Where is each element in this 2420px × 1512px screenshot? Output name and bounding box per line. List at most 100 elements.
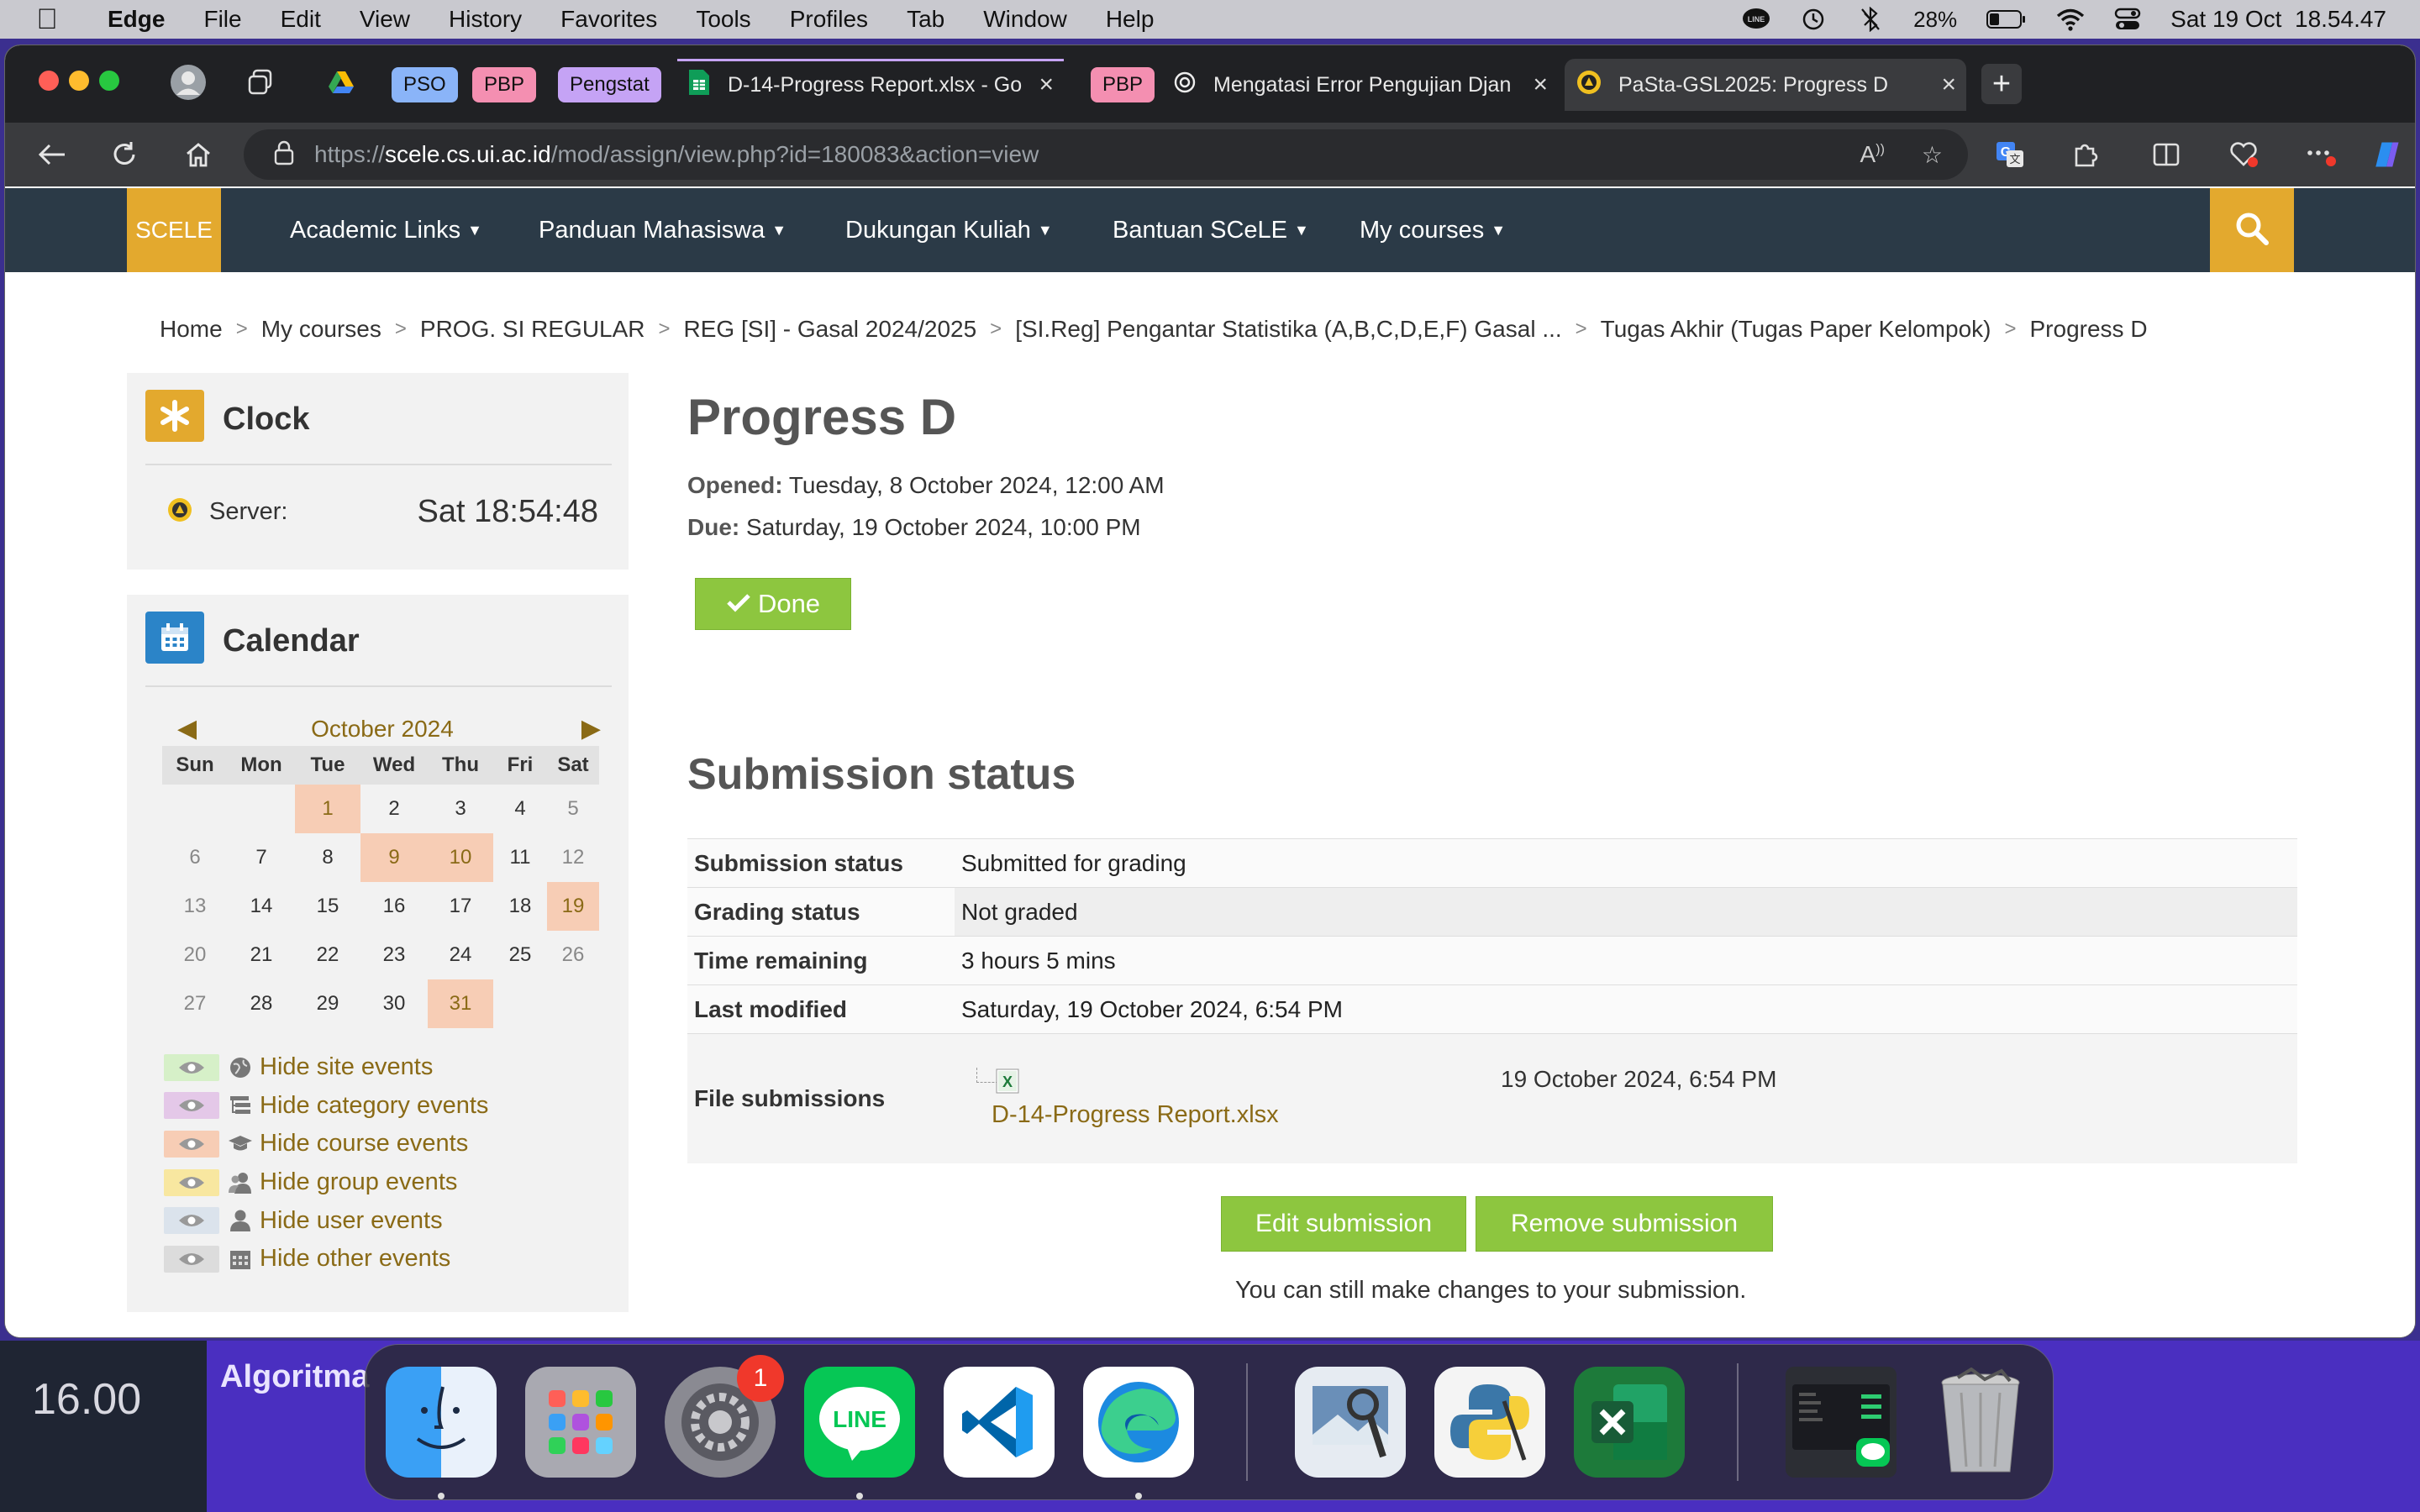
close-tab-icon[interactable]: × [1039, 71, 1054, 99]
calendar-month-label[interactable]: October 2024 [164, 716, 601, 743]
wifi-icon[interactable] [2056, 5, 2085, 34]
menu-tools[interactable]: Tools [696, 6, 750, 33]
calendar-day-event[interactable]: 1 [295, 785, 360, 833]
control-center-icon[interactable] [2113, 5, 2142, 34]
tab-mengatasi-error[interactable]: Mengatasi Error Pengujian Djan × [1165, 59, 1558, 111]
tab-group-pbp-2[interactable]: PBP [1091, 67, 1155, 102]
legend-label[interactable]: Hide other events [260, 1245, 450, 1273]
split-screen-icon[interactable] [2149, 138, 2183, 171]
translate-icon[interactable]: G文 [1993, 138, 2027, 171]
file-link[interactable]: D-14-Progress Report.xlsx [992, 1101, 1279, 1129]
menu-clock[interactable]: Sat 19 Oct 18.54.47 [2170, 6, 2386, 33]
preview-icon[interactable] [1295, 1367, 1406, 1478]
line-status-icon[interactable]: LINE [1742, 5, 1770, 34]
close-tab-icon[interactable]: × [1533, 71, 1548, 99]
profile-avatar-icon[interactable] [170, 64, 207, 101]
edge-icon[interactable] [1083, 1367, 1194, 1478]
nav-academic-links[interactable]: Academic Links ▼ [290, 188, 482, 272]
breadcrumb-prog-si[interactable]: PROG. SI REGULAR [420, 316, 645, 343]
lock-icon[interactable] [274, 140, 299, 170]
eye-icon[interactable] [164, 1092, 219, 1120]
legend-other-events[interactable]: Hide other events [164, 1240, 488, 1278]
remove-submission-button[interactable]: Remove submission [1476, 1196, 1773, 1252]
legend-group-events[interactable]: Hide group events [164, 1163, 488, 1202]
tab-group-pso[interactable]: PSO [392, 67, 458, 102]
refresh-icon[interactable] [106, 136, 143, 173]
close-tab-icon[interactable]: × [1941, 71, 1956, 99]
new-tab-plus-icon[interactable]: + [1981, 64, 2022, 104]
python-launcher-icon[interactable] [1434, 1367, 1545, 1478]
legend-category-events[interactable]: Hide category events [164, 1087, 488, 1126]
calendar-day-event[interactable]: 9 [360, 833, 428, 882]
legend-label[interactable]: Hide site events [260, 1053, 433, 1081]
legend-course-events[interactable]: Hide course events [164, 1125, 488, 1163]
system-settings-icon[interactable]: 1 [665, 1355, 784, 1478]
menu-edit[interactable]: Edit [281, 6, 321, 33]
site-search-button[interactable] [2210, 188, 2294, 272]
tab-progress-report-sheet[interactable]: D-14-Progress Report.xlsx - Go × [677, 59, 1064, 111]
legend-site-events[interactable]: Hide site events [164, 1048, 488, 1087]
menu-file[interactable]: File [203, 6, 241, 33]
finder-icon[interactable] [386, 1367, 497, 1478]
menu-view[interactable]: View [360, 6, 410, 33]
bluetooth-off-icon[interactable] [1856, 5, 1885, 34]
window-preview-icon[interactable] [1786, 1367, 1897, 1478]
more-options-icon[interactable] [2304, 138, 2338, 171]
eye-icon[interactable] [164, 1168, 219, 1196]
zoom-window-button[interactable] [99, 71, 119, 91]
menu-profiles[interactable]: Profiles [790, 6, 868, 33]
legend-user-events[interactable]: Hide user events [164, 1201, 488, 1240]
tab-group-pengstat[interactable]: Pengstat [558, 67, 661, 102]
menu-tab[interactable]: Tab [907, 6, 944, 33]
legend-label[interactable]: Hide group events [260, 1168, 457, 1196]
calendar-day-event[interactable]: 10 [428, 833, 493, 882]
favorite-star-icon[interactable]: ☆ [1922, 141, 1943, 169]
eye-icon[interactable] [164, 1053, 219, 1081]
address-bar[interactable]: https://scele.cs.ui.ac.id/mod/assign/vie… [244, 129, 1968, 180]
menu-favorites[interactable]: Favorites [560, 6, 657, 33]
extensions-puzzle-icon[interactable] [2069, 138, 2102, 171]
nav-my-courses[interactable]: My courses ▼ [1360, 188, 1506, 272]
eye-icon[interactable] [164, 1130, 219, 1158]
nav-panduan-mahasiswa[interactable]: Panduan Mahasiswa ▼ [539, 188, 786, 272]
done-button[interactable]: Done [695, 578, 851, 630]
google-drive-tab-icon[interactable] [323, 64, 360, 101]
tab-progress-d-active[interactable]: PaSta-GSL2025: Progress D × [1565, 59, 1966, 111]
calendar-day-event[interactable]: 19 [547, 882, 599, 931]
nav-bantuan-scele[interactable]: Bantuan SCeLE ▼ [1113, 188, 1309, 272]
breadcrumb-home[interactable]: Home [160, 316, 223, 343]
launchpad-icon[interactable] [525, 1367, 636, 1478]
calendar-day-event[interactable]: 31 [428, 979, 493, 1028]
copilot-icon[interactable] [2370, 138, 2403, 171]
menu-history[interactable]: History [449, 6, 522, 33]
legend-label[interactable]: Hide course events [260, 1130, 468, 1158]
breadcrumb-section[interactable]: Tugas Akhir (Tugas Paper Kelompok) [1601, 316, 1991, 343]
excel-icon[interactable] [1574, 1367, 1685, 1478]
tab-group-pbp[interactable]: PBP [472, 67, 537, 102]
eye-icon[interactable] [164, 1207, 219, 1235]
nav-dukungan-kuliah[interactable]: Dukungan Kuliah ▼ [845, 188, 1053, 272]
site-brand-link[interactable]: SCELE [127, 188, 221, 272]
legend-label[interactable]: Hide category events [260, 1092, 488, 1120]
time-machine-icon[interactable] [1799, 5, 1828, 34]
vscode-icon[interactable] [944, 1367, 1055, 1478]
menu-help[interactable]: Help [1106, 6, 1155, 33]
read-aloud-icon[interactable]: A)) [1860, 141, 1885, 169]
browser-essentials-icon[interactable] [2227, 138, 2260, 171]
workspaces-icon[interactable] [242, 64, 279, 101]
eye-icon[interactable] [164, 1245, 219, 1273]
breadcrumb-term[interactable]: REG [SI] - Gasal 2024/2025 [684, 316, 977, 343]
home-icon[interactable] [180, 136, 217, 173]
next-month-arrow-icon[interactable]: ▶ [581, 714, 601, 743]
edit-submission-button[interactable]: Edit submission [1221, 1196, 1466, 1252]
close-window-button[interactable] [39, 71, 59, 91]
battery-icon[interactable] [1986, 5, 2028, 34]
minimize-window-button[interactable] [69, 71, 89, 91]
breadcrumb-course[interactable]: [SI.Reg] Pengantar Statistika (A,B,C,D,E… [1015, 316, 1561, 343]
apple-menu-icon[interactable]:  [34, 3, 60, 36]
back-arrow-icon[interactable] [34, 136, 71, 173]
menu-window[interactable]: Window [983, 6, 1067, 33]
legend-label[interactable]: Hide user events [260, 1207, 443, 1235]
trash-icon[interactable] [1925, 1367, 2036, 1478]
breadcrumb-my-courses[interactable]: My courses [261, 316, 381, 343]
